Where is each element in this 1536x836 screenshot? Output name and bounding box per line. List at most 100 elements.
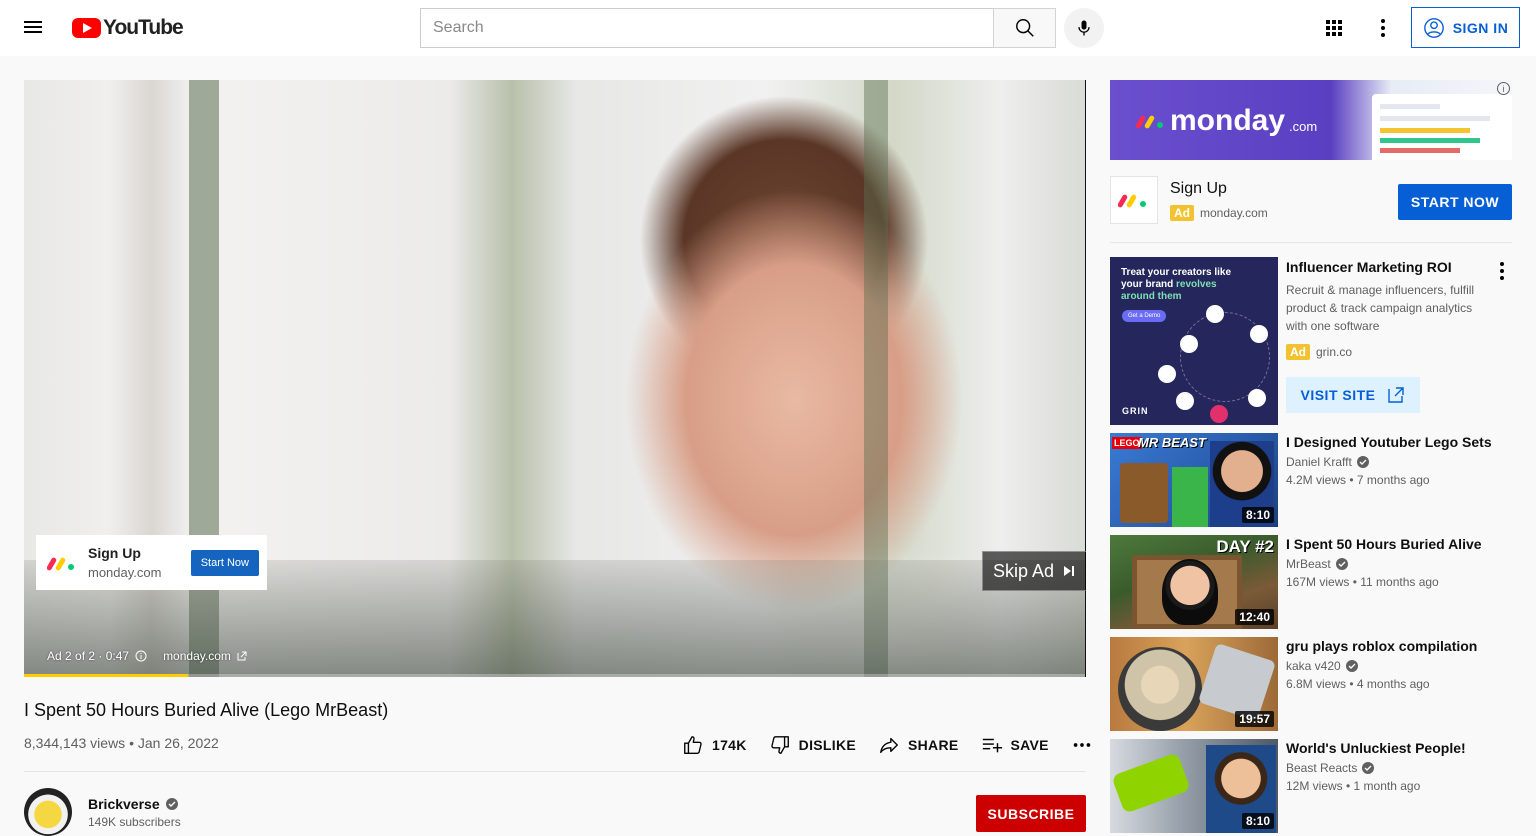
section-divider [24,771,1086,772]
channel-name: Brickverse [88,796,160,812]
channel-name[interactable]: Beast Reacts [1286,761,1357,775]
promo-domain-row: Ad grin.co [1286,344,1352,360]
banner-suffix: .com [1289,118,1318,134]
monday-logo-icon [1136,115,1163,129]
tiktok-icon [1158,365,1176,383]
thumb-character [1118,647,1202,731]
start-now-button[interactable]: START NOW [1398,184,1512,220]
video-actions: 174K DISLIKE SHARE SAVE [682,732,1093,758]
thumb-caption: DAY #2 [1216,537,1274,556]
verified-icon [1362,762,1375,774]
video-stats: 4.2M views • 7 months ago [1286,473,1430,487]
thumbs-up-icon [684,736,702,754]
ad-info-icon[interactable]: i [1497,82,1510,95]
save-button[interactable]: SAVE [981,734,1049,756]
subscribe-button[interactable]: SUBSCRIBE [976,795,1086,832]
thumb-figure [1120,463,1168,523]
ad-progress-bar [24,674,1085,677]
video-title[interactable]: I Spent 50 Hours Buried Alive [1286,535,1506,553]
external-link-icon [237,651,247,661]
sidebar-ad-title: Sign Up [1170,180,1227,197]
verified-icon [165,798,178,810]
video-thumbnail[interactable]: 19:57 [1110,637,1278,731]
video-thumbnail[interactable]: 8:10 [1110,739,1278,833]
promo-thumb-headline: Treat your creators like your brand revo… [1121,267,1232,302]
thumbs-down-icon [770,736,789,754]
ad-badge: Ad [1286,344,1310,360]
companion-banner-ad[interactable]: monday .com [1110,80,1512,160]
ad-progress-fill [24,674,189,677]
channel-row: Daniel Krafft [1286,455,1369,469]
share-button[interactable]: SHARE [878,734,959,756]
recommended-video[interactable]: LEGO MR BEAST 8:10 I Designed Youtuber L… [1110,433,1512,527]
thumb-person [1162,559,1218,625]
recommended-video[interactable]: DAY #2 12:40 I Spent 50 Hours Buried Ali… [1110,535,1512,629]
search-icon [1015,19,1034,37]
roblox-logo [1197,642,1277,722]
apps-grid-icon[interactable] [1322,16,1346,40]
external-link-icon [1387,387,1404,403]
recommended-video[interactable]: 8:10 World's Unluckiest People! Beast Re… [1110,739,1512,833]
promo-thumb-dot [1206,305,1224,323]
channel-avatar[interactable] [24,788,72,836]
video-thumbnail[interactable]: LEGO MR BEAST 8:10 [1110,433,1278,527]
more-actions-button[interactable] [1071,734,1093,756]
channel-name-row[interactable]: Brickverse [88,796,178,812]
top-bar: YouTube SIGN IN [0,0,1536,56]
promo-thumb-demo: Get a Demo [1122,310,1167,322]
monday-logo-icon [1110,176,1158,224]
video-title[interactable]: gru plays roblox compilation [1286,637,1506,655]
video-title[interactable]: I Designed Youtuber Lego Sets [1286,433,1506,451]
ad-domain-link[interactable]: monday.com [163,649,231,663]
thumb-figure [1172,467,1208,527]
channel-subscribers: 149K subscribers [88,815,181,829]
banner-screenshot [1372,94,1512,160]
promo-thumb-dot [1248,389,1266,407]
share-label: SHARE [908,737,959,753]
monday-banner-logo: monday .com [1136,104,1317,138]
promo-thumbnail[interactable]: Treat your creators like your brand revo… [1110,257,1278,425]
youtube-logo[interactable]: YouTube [72,16,184,40]
sidebar-ad-card[interactable]: Sign Up Ad monday.com START NOW [1110,176,1512,226]
promoted-ad[interactable]: Treat your creators like your brand revo… [1110,257,1512,425]
verified-icon [1356,456,1369,468]
thumb-caption: MR BEAST [1138,435,1206,450]
dislike-button[interactable]: DISLIKE [769,734,856,756]
ad-counter: Ad 2 of 2 · 0:47 [47,649,130,663]
ad-card-title: Sign Up [88,545,141,561]
info-icon[interactable] [135,650,147,662]
like-button[interactable]: 174K [682,734,747,756]
search-input[interactable] [420,8,993,48]
video-duration: 19:57 [1235,711,1274,727]
settings-kebab-icon[interactable] [1371,16,1395,40]
promo-title[interactable]: Influencer Marketing ROI [1286,259,1452,275]
voice-search-button[interactable] [1064,8,1104,48]
add-to-playlist-icon [982,738,1002,753]
video-meta: 8,344,143 views • Jan 26, 2022 [24,735,219,751]
skip-ad-button[interactable]: Skip Ad [982,551,1086,591]
search-button[interactable] [993,8,1056,48]
ad-card-domain: monday.com [88,565,162,580]
verified-icon [1345,660,1358,672]
channel-name[interactable]: MrBeast [1286,557,1331,571]
menu-icon[interactable] [24,18,48,38]
banner-brand: monday [1170,104,1286,137]
video-stats: 167M views • 11 months ago [1286,575,1439,589]
promo-description: Recruit & manage influencers, fulfill pr… [1286,283,1475,333]
channel-name[interactable]: Daniel Krafft [1286,455,1352,469]
skip-ad-label: Skip Ad [992,560,1055,581]
recommended-video[interactable]: 19:57 gru plays roblox compilation kaka … [1110,637,1512,731]
video-player[interactable]: Sign Up monday.com Start Now Skip Ad Ad … [24,80,1086,677]
channel-name[interactable]: kaka v420 [1286,659,1341,673]
microphone-icon [1078,20,1090,36]
promo-kebab-icon[interactable] [1494,261,1510,281]
sign-in-button[interactable]: SIGN IN [1411,7,1520,48]
ad-start-now-button[interactable]: Start Now [190,549,259,576]
visit-site-button[interactable]: VISIT SITE [1286,377,1420,413]
ad-overlay-card[interactable]: Sign Up monday.com Start Now [36,535,267,590]
more-horizontal-icon [1073,743,1091,747]
video-thumbnail[interactable]: DAY #2 12:40 [1110,535,1278,629]
video-duration: 8:10 [1241,507,1274,523]
video-title[interactable]: World's Unluckiest People! [1286,739,1506,757]
promo-thumb-dot [1180,335,1198,353]
